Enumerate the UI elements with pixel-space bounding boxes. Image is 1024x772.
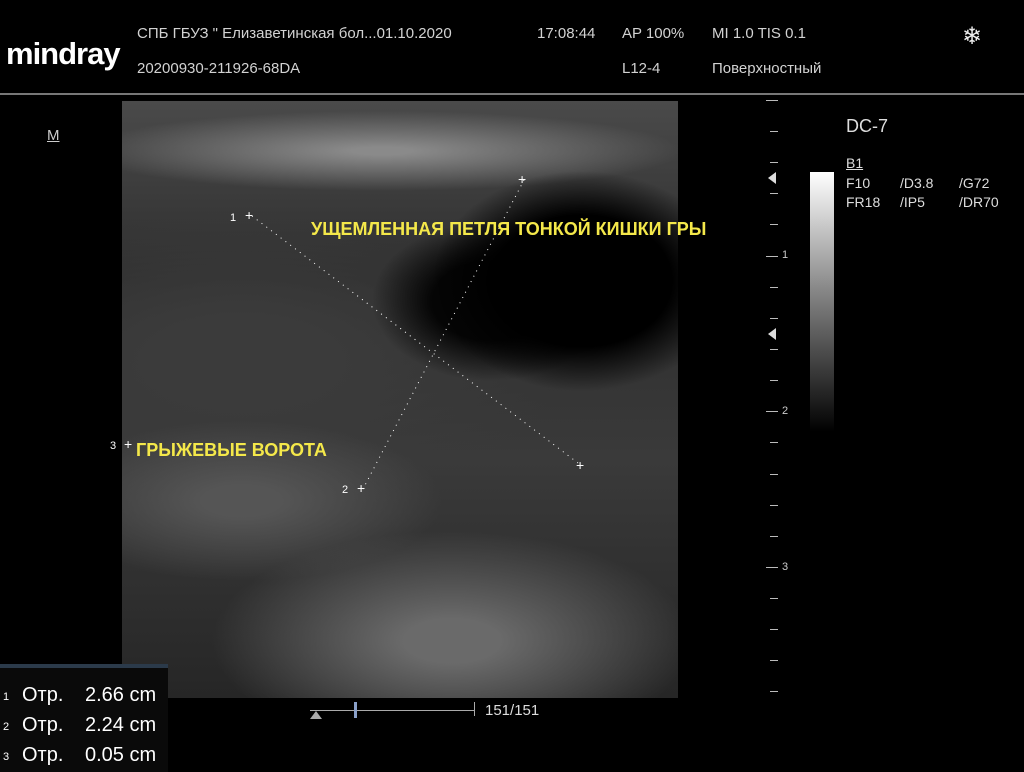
caliper-line-1 [251, 215, 583, 467]
scale-tick [770, 380, 778, 381]
param-depth: /D3.8 [900, 175, 934, 191]
scale-tick [766, 256, 778, 257]
snowflake-icon[interactable]: ❄ [962, 22, 982, 51]
probe-name: L12-4 [622, 60, 661, 77]
header-divider [0, 93, 1024, 95]
measurement-row: 2 Отр. 2.24 cm [0, 712, 168, 742]
exam-id: 20200930-211926-68DA [137, 60, 301, 77]
caliper-1-start-marker[interactable]: + [245, 207, 253, 223]
scale-tick [770, 629, 778, 630]
cine-scrollbar-end [474, 702, 475, 716]
measurement-index: 3 [3, 751, 10, 763]
measurement-index: 2 [3, 721, 10, 733]
measurement-label: Отр. [22, 744, 64, 766]
scale-tick [770, 131, 778, 132]
institution-date: СПБ ГБУЗ " Елизаветинская бол...01.10.20… [137, 25, 452, 42]
scale-tick [766, 100, 778, 101]
cine-position-handle[interactable] [354, 702, 357, 718]
caliper-3-marker[interactable]: + [124, 436, 132, 452]
image-mode: B1 [846, 155, 864, 171]
caliper-3-number: 3 [110, 440, 117, 452]
scale-tick [770, 162, 778, 163]
brand-logo: mindray [6, 36, 121, 71]
mode-marker: M [47, 127, 60, 144]
depth-label-1: 1 [782, 249, 789, 261]
annotation-hernia-gate[interactable]: ГРЫЖЕВЫЕ ВОРОТА [136, 440, 327, 461]
scale-tick [770, 287, 778, 288]
caliper-2-start-marker[interactable]: + [518, 171, 526, 187]
scale-tick [770, 224, 778, 225]
scale-tick [770, 193, 778, 194]
measurement-index: 1 [3, 691, 10, 703]
measurement-label: Отр. [22, 714, 64, 736]
scale-tick [766, 411, 778, 412]
scale-tick [770, 660, 778, 661]
measurement-row: 1 Отр. 2.66 cm [0, 682, 168, 712]
mi-tis-readout: MI 1.0 TIS 0.1 [712, 25, 806, 42]
cine-frame-counter: 151/151 [485, 702, 540, 719]
scale-tick [770, 505, 778, 506]
param-frame-rate: FR18 [846, 194, 881, 210]
scale-tick [770, 318, 778, 319]
measurement-value: 2.66 cm [85, 684, 157, 706]
depth-label-2: 2 [782, 405, 789, 417]
param-frequency: F10 [846, 175, 871, 191]
focus-marker-icon[interactable] [768, 172, 776, 184]
measurement-results: 1 Отр. 2.66 cm 2 Отр. 2.24 cm 3 Отр. 0.0… [0, 664, 168, 772]
exam-preset: Поверхностный [712, 60, 822, 77]
measurement-label: Отр. [22, 684, 64, 706]
scale-tick [770, 536, 778, 537]
scale-tick [766, 567, 778, 568]
caliper-overlay [251, 179, 583, 490]
focus-marker-icon[interactable] [768, 328, 776, 340]
caliper-1-end-marker[interactable]: + [576, 457, 584, 473]
scale-tick [770, 598, 778, 599]
param-image-processing: /IP5 [900, 194, 925, 210]
clock-time: 17:08:44 [537, 25, 596, 42]
depth-label-3: 3 [782, 561, 789, 573]
grayscale-bar [810, 172, 834, 432]
caliper-1-number: 1 [230, 212, 237, 224]
param-dynamic-range: /DR70 [959, 194, 999, 210]
cine-scrollbar[interactable] [310, 710, 475, 711]
scale-tick [770, 691, 778, 692]
ultrasound-image[interactable] [122, 101, 678, 698]
annotation-strangulated-loop[interactable]: УЩЕМЛЕННАЯ ПЕТЛЯ ТОНКОЙ КИШКИ ГРЫ [311, 219, 706, 240]
measurement-value: 2.24 cm [85, 714, 157, 736]
caliper-2-number: 2 [342, 484, 349, 496]
cine-start-marker-icon[interactable] [310, 711, 322, 719]
param-gain: /G72 [959, 175, 990, 191]
acoustic-power: AP 100% [622, 25, 685, 42]
measurement-value: 0.05 cm [85, 744, 157, 766]
scale-tick [770, 349, 778, 350]
caliper-2-end-marker[interactable]: + [357, 480, 365, 496]
device-model: DC-7 [846, 116, 889, 136]
scale-tick [770, 474, 778, 475]
scale-tick [770, 442, 778, 443]
